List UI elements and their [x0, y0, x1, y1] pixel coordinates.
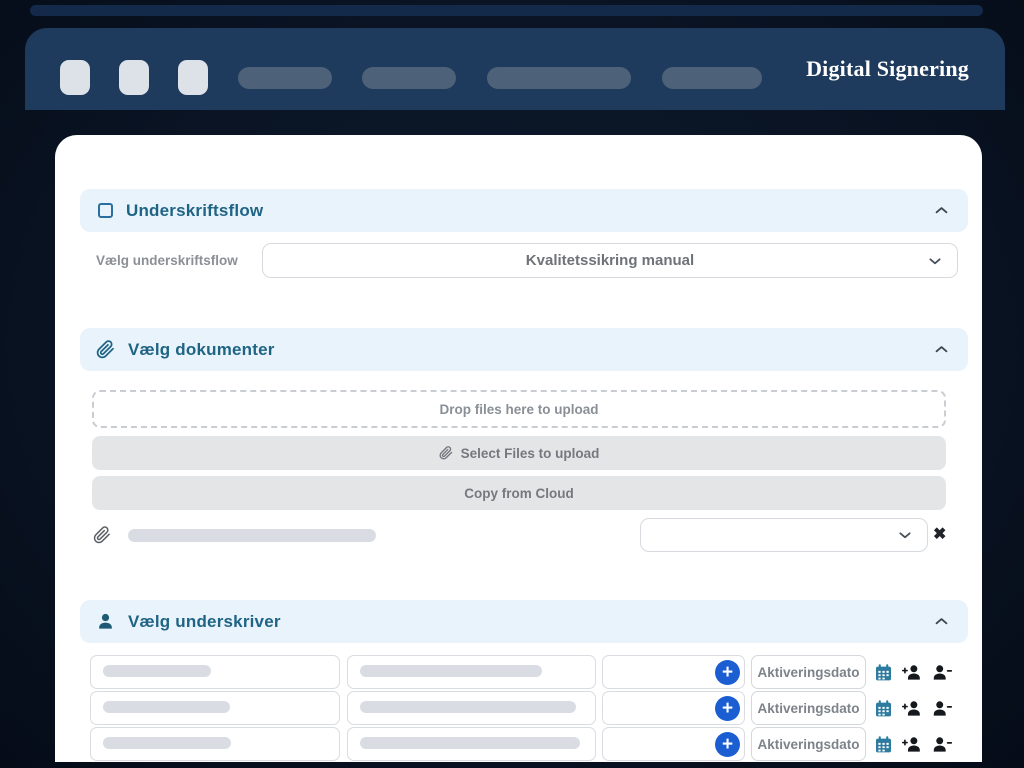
signer-field-2[interactable] [347, 691, 596, 725]
activation-date-button[interactable]: Aktiveringsdato [751, 655, 866, 689]
screen: Digital Signering Underskriftsflow Vælg … [0, 0, 1024, 768]
placeholder-bar [103, 701, 230, 713]
signer-field-1[interactable] [90, 655, 340, 689]
file-name-placeholder [128, 529, 376, 542]
placeholder-bar [360, 737, 580, 749]
file-option-select[interactable] [640, 518, 928, 552]
activation-date-button[interactable]: Aktiveringsdato [751, 727, 866, 761]
copy-cloud-label: Copy from Cloud [464, 485, 574, 501]
plus-circle-button[interactable]: + [715, 696, 740, 721]
nav-placeholder-pill[interactable] [487, 67, 631, 89]
dropzone-text: Drop files here to upload [439, 401, 599, 417]
flow-select[interactable]: Kvalitetssikring manual [262, 243, 958, 278]
select-files-label: Select Files to upload [460, 445, 600, 461]
signer-row: + Aktiveringsdato [90, 691, 954, 725]
section-title: Vælg underskriver [128, 611, 281, 631]
signer-field-1[interactable] [90, 691, 340, 725]
add-signer-icon[interactable] [900, 699, 923, 718]
nav-placeholder-square[interactable] [60, 60, 90, 95]
section-title: Vælg dokumenter [128, 339, 275, 359]
remove-signer-icon[interactable] [931, 699, 954, 718]
signer-field-1[interactable] [90, 727, 340, 761]
calendar-icon[interactable] [874, 663, 893, 682]
chevron-up-icon[interactable] [933, 341, 950, 358]
activation-date-button[interactable]: Aktiveringsdato [751, 691, 866, 725]
section-header-dokumenter[interactable]: Vælg dokumenter [80, 328, 968, 371]
chevron-down-icon [897, 527, 913, 543]
signer-row: + Aktiveringsdato [90, 727, 954, 761]
select-files-button[interactable]: Select Files to upload [92, 436, 946, 470]
placeholder-bar [103, 665, 211, 677]
copy-from-cloud-button[interactable]: Copy from Cloud [92, 476, 946, 510]
signer-field-3[interactable]: + [602, 727, 745, 761]
nav-placeholder-square[interactable] [178, 60, 208, 95]
browser-chrome: Digital Signering [25, 28, 1005, 110]
section-header-underskriftsflow[interactable]: Underskriftsflow [80, 189, 968, 232]
checkbox-outline-icon [98, 203, 113, 218]
nav-placeholder-pill[interactable] [238, 67, 332, 89]
calendar-icon[interactable] [874, 699, 893, 718]
chevron-up-icon[interactable] [933, 613, 950, 630]
nav-placeholder-pill[interactable] [362, 67, 456, 89]
calendar-icon[interactable] [874, 735, 893, 754]
background-window-strip [30, 5, 983, 16]
section-header-underskriver[interactable]: Vælg underskriver [80, 600, 968, 643]
remove-file-icon[interactable]: ✖ [933, 524, 946, 544]
flow-select-label: Vælg underskriftsflow [96, 253, 238, 268]
person-icon [96, 612, 115, 631]
nav-placeholder-pill[interactable] [662, 67, 762, 89]
signer-field-2[interactable] [347, 727, 596, 761]
remove-signer-icon[interactable] [931, 663, 954, 682]
app-title: Digital Signering [806, 56, 969, 81]
plus-circle-button[interactable]: + [715, 660, 740, 685]
signer-field-3[interactable]: + [602, 691, 745, 725]
placeholder-bar [360, 701, 576, 713]
flow-select-value: Kvalitetssikring manual [525, 252, 695, 269]
remove-signer-icon[interactable] [931, 735, 954, 754]
nav-placeholder-square[interactable] [119, 60, 149, 95]
uploaded-file-row: ✖ [55, 518, 982, 553]
plus-circle-button[interactable]: + [715, 732, 740, 757]
signer-field-2[interactable] [347, 655, 596, 689]
signer-row: + Aktiveringsdato [90, 655, 954, 689]
placeholder-bar [103, 737, 231, 749]
add-signer-icon[interactable] [900, 663, 923, 682]
paperclip-icon [439, 446, 453, 460]
file-dropzone[interactable]: Drop files here to upload [92, 390, 946, 428]
paperclip-icon [93, 526, 111, 544]
add-signer-icon[interactable] [900, 735, 923, 754]
paperclip-icon [96, 340, 115, 359]
main-card: Underskriftsflow Vælg underskriftsflow K… [55, 135, 982, 762]
placeholder-bar [360, 665, 542, 677]
chevron-up-icon[interactable] [933, 202, 950, 219]
signer-field-3[interactable]: + [602, 655, 745, 689]
chevron-down-icon [927, 253, 943, 269]
section-title: Underskriftsflow [126, 200, 264, 220]
